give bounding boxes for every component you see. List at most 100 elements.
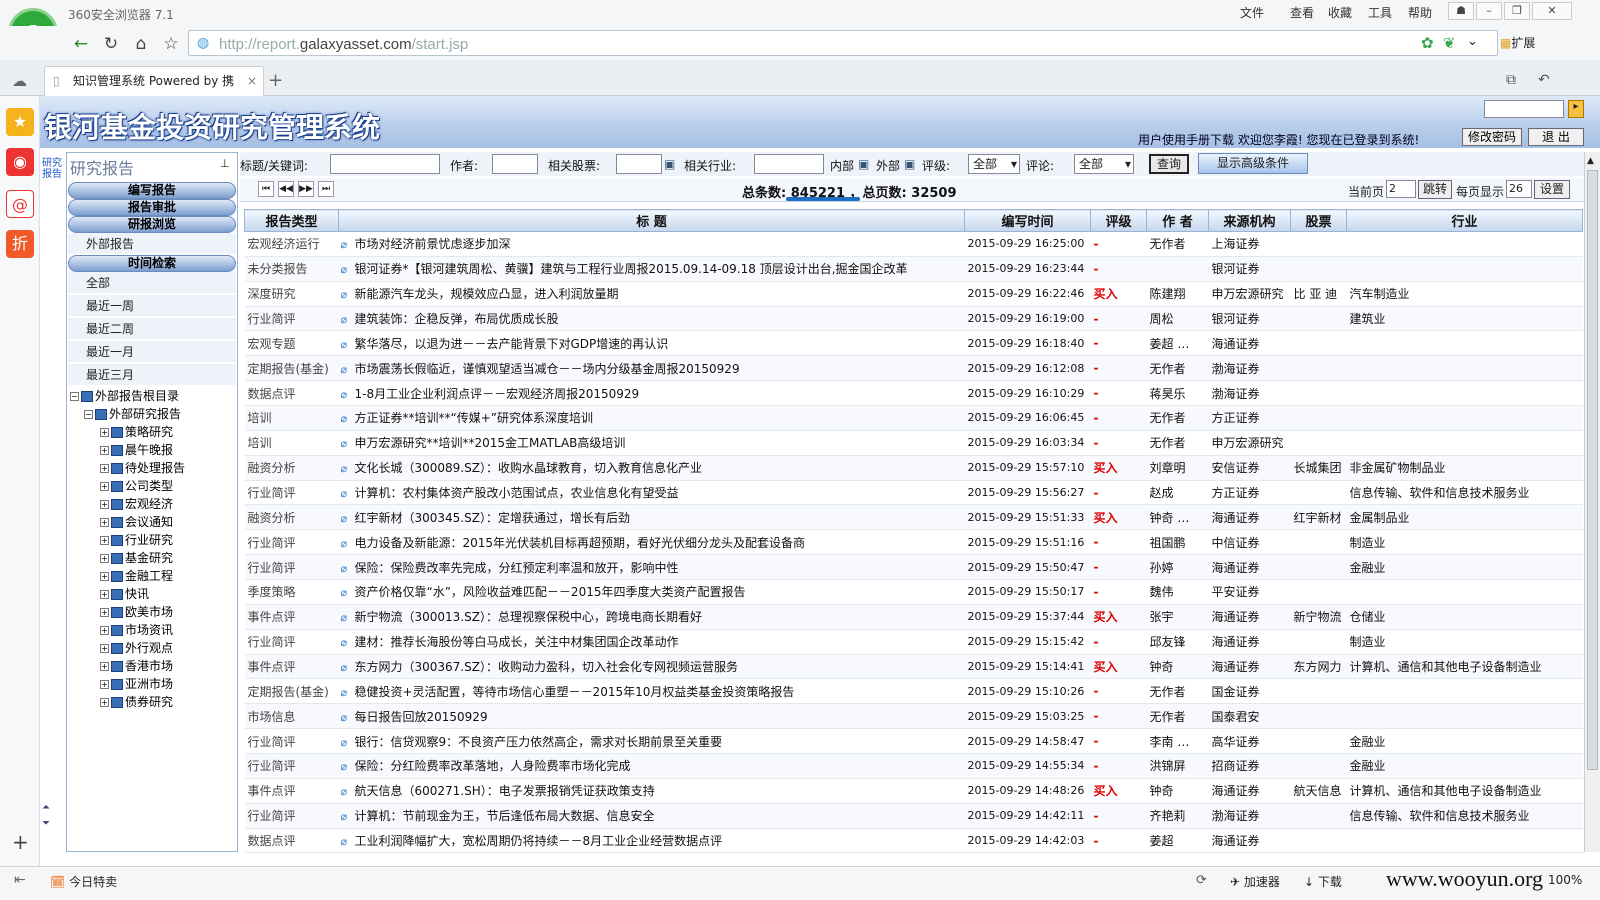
accordion-write-report[interactable]: 编写报告: [68, 182, 236, 199]
table-row[interactable]: 行业简评 ⌀ 保险：分红险费率改革落地，人身险费率市场化完成 2015-09-29 1…: [244, 753, 1583, 779]
table-row[interactable]: 行业简评 ⌀ 电力设备及新能源：2015年光伏装机目标再超预期，看好光伏细分龙头及配…: [244, 529, 1583, 556]
attachment-icon[interactable]: ⌀: [341, 238, 355, 251]
attachment-icon[interactable]: ⌀: [341, 810, 355, 823]
cell-title[interactable]: ⌀ 新能源汽车龙头，规模效应凸显，进入利润放量期: [338, 281, 965, 307]
menu-tools[interactable]: 工具: [1368, 4, 1392, 21]
scroll-down-icon[interactable]: ⏷: [42, 818, 50, 829]
discount-icon[interactable]: 折: [6, 230, 34, 258]
stock-picker-icon[interactable]: ▣: [664, 157, 675, 171]
mail-icon[interactable]: @: [6, 190, 34, 218]
report-title-link[interactable]: 工业利润降幅扩大，宽松周期仍将持续－－8月工业企业经营数据点评: [355, 834, 723, 848]
external-report-item[interactable]: 外部报告: [68, 233, 236, 255]
table-row[interactable]: 行业简评 ⌀ 银行：信贷观察9：不良资产压力依然高企，需求对长期前景至关重要 2015…: [244, 728, 1583, 755]
rating-select[interactable]: 全部 ▾: [968, 154, 1020, 174]
table-row[interactable]: 定期报告(基金) ⌀ 稳健投资+灵活配置，等待市场信心重塑－－2015年10月权益类…: [244, 678, 1583, 705]
expand-icon[interactable]: +: [100, 680, 109, 689]
expand-icon[interactable]: +: [100, 698, 109, 707]
prev-page-icon[interactable]: ◀◀: [278, 181, 294, 197]
attachment-icon[interactable]: ⌀: [341, 487, 355, 500]
cell-title[interactable]: ⌀ 市场对经济前景忧虑逐步加深: [338, 231, 965, 257]
time-item-3months[interactable]: 最近三月: [68, 364, 236, 386]
top-search-input[interactable]: [1484, 100, 1564, 118]
star-icon[interactable]: ☆: [160, 33, 182, 55]
cell-title[interactable]: ⌀ 建材：推荐长海股份等白马成长，关注中材集团国企改革动作: [338, 629, 965, 655]
time-item-1week[interactable]: 最近一周: [68, 295, 236, 317]
report-title-link[interactable]: 新宁物流（300013.SZ）：总理视察保税中心，跨境电商长期看好: [355, 610, 702, 624]
expand-icon[interactable]: +: [100, 644, 109, 653]
cell-title[interactable]: ⌀ 1-8月工业企业利润点评－－宏观经济周报20150929: [338, 380, 965, 407]
table-row[interactable]: 融资分析 ⌀ 文化长城（300089.SZ）：收购水晶球教育，切入教育信息化产业 20…: [244, 455, 1583, 481]
restore-tabs-icon[interactable]: ⧉: [1506, 72, 1516, 88]
menu-view[interactable]: 查看: [1290, 4, 1314, 21]
attachment-icon[interactable]: ⌀: [341, 562, 355, 575]
tree-item[interactable]: + 公司类型: [70, 477, 185, 495]
attachment-icon[interactable]: ⌀: [341, 437, 355, 450]
cell-title[interactable]: ⌀ 航天信息（600271.SH）：电子发票报销凭证获政策支持: [338, 778, 965, 804]
cell-title[interactable]: ⌀ 建筑装饰：企稳反弹，布局优质成长股: [338, 306, 965, 332]
table-row[interactable]: 融资分析 ⌀ 红宇新材（300345.SZ）：定增获通过，增长有后劲 2015-09-…: [244, 504, 1583, 531]
tree-item[interactable]: + 宏观经济: [70, 495, 185, 513]
expand-icon[interactable]: +: [100, 446, 109, 455]
expand-icon[interactable]: +: [100, 554, 109, 563]
report-title-link[interactable]: 航天信息（600271.SH）：电子发票报销凭证获政策支持: [355, 784, 655, 798]
accelerator-button[interactable]: ✈ 加速器: [1230, 873, 1280, 890]
attachment-icon[interactable]: ⌀: [341, 736, 355, 749]
zoom-level[interactable]: 100%: [1548, 873, 1582, 887]
table-row[interactable]: 宏观专题 ⌀ 繁华落尽，以退为进－－去产能背景下对GDP增速的再认识 2015-09-…: [244, 330, 1583, 357]
cell-title[interactable]: ⌀ 工业利润降幅扩大，宽松周期仍将持续－－8月工业企业经营数据点评: [338, 828, 965, 854]
tree-item[interactable]: + 待处理报告: [70, 459, 185, 477]
accordion-time-search[interactable]: 时间检索: [68, 255, 236, 272]
attachment-icon[interactable]: ⌀: [341, 313, 355, 326]
scroll-thumb[interactable]: [1587, 170, 1598, 770]
report-title-link[interactable]: 电力设备及新能源：2015年光伏装机目标再超预期，看好光伏细分龙头及配套设备商: [355, 536, 806, 550]
minimize-button[interactable]: –: [1476, 2, 1502, 20]
table-row[interactable]: 数据点评 ⌀ 工业利润降幅扩大，宽松周期仍将持续－－8月工业企业经营数据点评 2015…: [244, 828, 1583, 854]
tree-item[interactable]: + 基金研究: [70, 549, 185, 567]
report-title-link[interactable]: 市场对经济前景忧虑逐步加深: [355, 237, 511, 251]
user-manual-link[interactable]: 用户使用手册下载: [1138, 133, 1234, 147]
chevron-down-icon[interactable]: ⌄: [1467, 34, 1478, 49]
url-text[interactable]: http://report.galaxyasset.com/start.jsp: [219, 36, 468, 53]
close-tab-icon[interactable]: ×: [247, 67, 257, 95]
extensions-button[interactable]: ▦扩展: [1500, 34, 1535, 51]
attachment-icon[interactable]: ⌀: [341, 388, 355, 401]
cell-title[interactable]: ⌀ 文化长城（300089.SZ）：收购水晶球教育，切入教育信息化产业: [338, 455, 965, 481]
tree-item[interactable]: + 欧美市场: [70, 603, 185, 621]
report-title-link[interactable]: 计算机：节前现金为王，节后逢低布局大数据、信息安全: [355, 809, 655, 823]
attachment-icon[interactable]: ⌀: [341, 263, 355, 276]
time-item-1month[interactable]: 最近一月: [68, 341, 236, 363]
report-title-link[interactable]: 稳健投资+灵活配置，等待市场信心重塑－－2015年10月权益类基金投资策略报告: [355, 685, 795, 699]
table-row[interactable]: 行业简评 ⌀ 建材：推荐长海股份等白马成长，关注中材集团国企改革动作 2015-09-…: [244, 629, 1583, 655]
cell-title[interactable]: ⌀ 资产价格仅靠“水”，风险收益难匹配－－2015年四季度大类资产配置报告: [338, 579, 965, 605]
table-row[interactable]: 行业简评 ⌀ 建筑装饰：企稳反弹，布局优质成长股 2015-09-29 16:19:0…: [244, 306, 1583, 332]
cell-title[interactable]: ⌀ 电力设备及新能源：2015年光伏装机目标再超预期，看好光伏细分龙头及配套设备商: [338, 529, 965, 556]
column-header[interactable]: 编写时间: [964, 209, 1091, 232]
tree-item[interactable]: + 快讯: [70, 585, 185, 603]
tree-item[interactable]: + 外行观点: [70, 639, 185, 657]
cell-title[interactable]: ⌀ 保险：保险费改率先完成，分红预定利率温和放开，影响中性: [338, 554, 965, 581]
report-title-link[interactable]: 1-8月工业企业利润点评－－宏观经济周报20150929: [355, 387, 640, 401]
vertical-tab-research[interactable]: 研究报告: [42, 158, 62, 180]
column-header[interactable]: 作 者: [1146, 209, 1209, 232]
expand-icon[interactable]: +: [100, 536, 109, 545]
cell-title[interactable]: ⌀ 市场震荡长假临近，谨慎观望适当减仓－－场内分级基金周报20150929: [338, 355, 965, 382]
attachment-icon[interactable]: ⌀: [341, 412, 355, 425]
attachment-icon[interactable]: ⌀: [341, 785, 355, 798]
report-title-link[interactable]: 建材：推荐长海股份等白马成长，关注中材集团国企改革动作: [355, 635, 679, 649]
tree-item[interactable]: + 会议通知: [70, 513, 185, 531]
logout-button[interactable]: 退 出: [1528, 128, 1584, 146]
expand-icon[interactable]: +: [100, 590, 109, 599]
next-page-icon[interactable]: ▶▶: [298, 181, 314, 197]
table-row[interactable]: 行业简评 ⌀ 计算机：节前现金为王，节后逢低布局大数据、信息安全 2015-09-29…: [244, 803, 1583, 829]
table-row[interactable]: 事件点评 ⌀ 新宁物流（300013.SZ）：总理视察保税中心，跨境电商长期看好 20…: [244, 604, 1583, 630]
first-page-icon[interactable]: ⏮: [258, 181, 274, 197]
cell-title[interactable]: ⌀ 东方网力（300367.SZ）：收购动力盈科，切入社会化专网视频运营服务: [338, 654, 965, 680]
table-scrollbar[interactable]: ▲: [1584, 152, 1600, 852]
attachment-icon[interactable]: ⌀: [341, 636, 355, 649]
attachment-icon[interactable]: ⌀: [341, 760, 355, 773]
expand-icon[interactable]: +: [100, 500, 109, 509]
settings-button[interactable]: 设置: [1534, 180, 1570, 199]
tree-item[interactable]: + 亚洲市场: [70, 675, 185, 693]
jump-button[interactable]: 跳转: [1418, 180, 1452, 199]
collapse-icon[interactable]: −: [70, 392, 79, 401]
